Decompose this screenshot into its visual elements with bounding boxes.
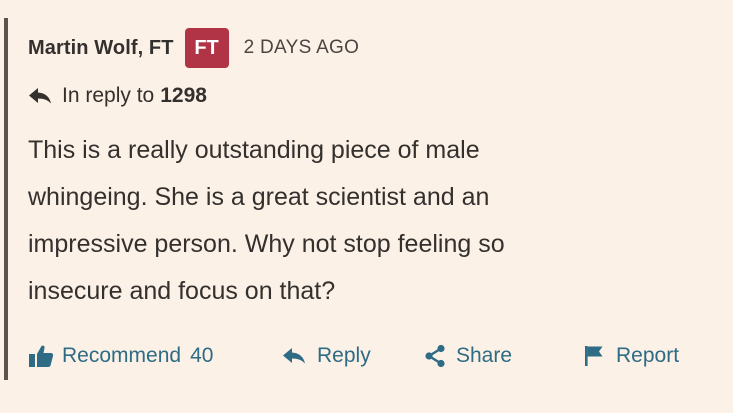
comment-body: This is a really outstanding piece of ma… bbox=[28, 127, 628, 315]
in-reply-to-link[interactable]: In reply to 1298 bbox=[28, 82, 207, 110]
report-label: Report bbox=[616, 344, 680, 367]
reply-prefix: In reply to bbox=[62, 84, 155, 107]
comment-header: Martin Wolf, FT FT 2 DAYS AGO bbox=[28, 26, 359, 70]
recommend-label: Recommend bbox=[62, 344, 182, 367]
comment-card: Martin Wolf, FT FT 2 DAYS AGO In reply t… bbox=[0, 0, 733, 413]
reply-button[interactable]: Reply bbox=[282, 344, 424, 368]
recommend-button[interactable]: Recommend 40 bbox=[28, 344, 264, 368]
reply-arrow-icon bbox=[29, 88, 51, 104]
recommend-count: 40 bbox=[190, 344, 214, 367]
comment-line: This is a really outstanding piece of ma… bbox=[28, 136, 480, 164]
reply-label: Reply bbox=[317, 344, 371, 367]
thumbs-up-icon bbox=[29, 345, 54, 367]
share-button[interactable]: Share bbox=[424, 344, 581, 368]
report-button[interactable]: Report bbox=[584, 344, 679, 368]
comment-line: whingeing. She is a great scientist and … bbox=[28, 183, 490, 211]
comment-line: insecure and focus on that? bbox=[28, 277, 336, 305]
share-icon bbox=[425, 344, 445, 368]
flag-icon bbox=[585, 346, 603, 366]
comment-line: impressive person. Why not stop feeling … bbox=[28, 230, 505, 258]
thread-rail bbox=[4, 18, 8, 380]
reply-to-number: 1298 bbox=[160, 84, 207, 107]
ft-staff-badge: FT bbox=[184, 28, 229, 68]
timestamp: 2 DAYS AGO bbox=[243, 37, 360, 58]
comment-actions: Recommend 40 Reply Share Report bbox=[28, 338, 679, 374]
author-name[interactable]: Martin Wolf, FT bbox=[28, 37, 174, 60]
reply-arrow-icon bbox=[283, 348, 305, 364]
share-label: Share bbox=[456, 344, 513, 367]
